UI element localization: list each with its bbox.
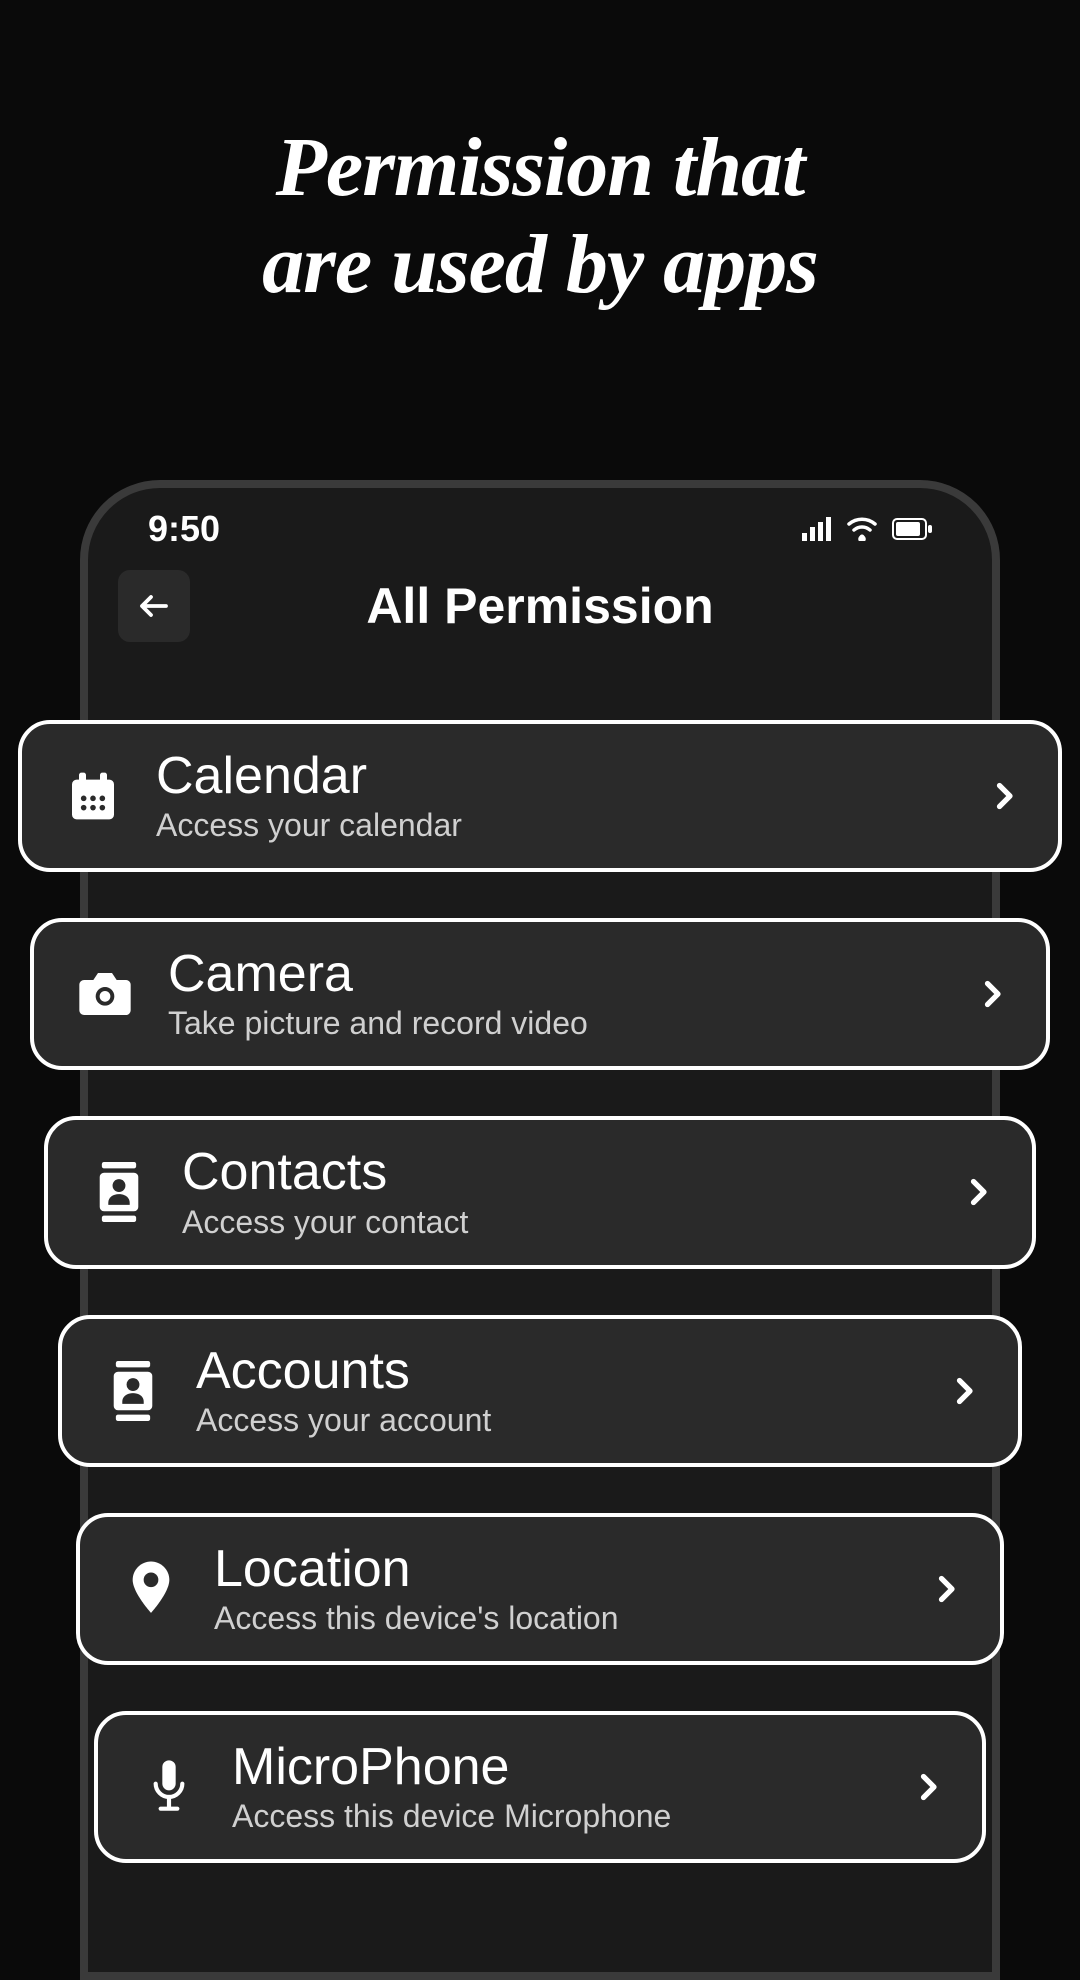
accounts-icon [98,1361,168,1421]
chevron-right-icon [928,1565,964,1613]
chevron-right-icon [946,1367,982,1415]
permission-text: Contacts Access your contact [182,1144,960,1240]
location-icon [116,1561,186,1617]
chevron-right-icon [974,970,1010,1018]
permission-subtitle: Access this device's location [214,1600,928,1637]
permission-subtitle: Access your calendar [156,807,986,844]
permission-title: Accounts [196,1343,946,1400]
heading-line-1: Permission that [0,120,1080,217]
wifi-icon [846,517,878,541]
camera-icon [70,970,140,1018]
permission-title: Camera [168,946,974,1003]
chevron-right-icon [960,1168,996,1216]
permission-item-camera[interactable]: Camera Take picture and record video [30,918,1050,1070]
permission-item-microphone[interactable]: MicroPhone Access this device Microphone [94,1711,986,1863]
permission-item-contacts[interactable]: Contacts Access your contact [44,1116,1036,1268]
header-title: All Permission [366,577,713,635]
permission-subtitle: Access your contact [182,1204,960,1241]
permission-title: Calendar [156,748,986,805]
permission-list: Calendar Access your calendar Camera Tak… [0,720,1080,1863]
battery-icon [892,518,932,540]
permission-item-location[interactable]: Location Access this device's location [76,1513,1004,1665]
app-header: All Permission [88,560,992,672]
microphone-icon [134,1759,204,1815]
permission-text: Calendar Access your calendar [156,748,986,844]
permission-subtitle: Access this device Microphone [232,1798,910,1835]
permission-text: Location Access this device's location [214,1541,928,1637]
status-bar: 9:50 [88,488,992,560]
status-time: 9:50 [148,508,220,550]
contacts-icon [84,1162,154,1222]
chevron-right-icon [910,1763,946,1811]
permission-subtitle: Access your account [196,1402,946,1439]
arrow-left-icon [136,588,172,624]
permission-text: MicroPhone Access this device Microphone [232,1739,910,1835]
back-button[interactable] [118,570,190,642]
permission-title: MicroPhone [232,1739,910,1796]
signal-icon [802,517,832,541]
permission-item-accounts[interactable]: Accounts Access your account [58,1315,1022,1467]
chevron-right-icon [986,772,1022,820]
page-heading: Permission that are used by apps [0,0,1080,393]
status-icons [802,517,932,541]
calendar-icon [58,768,128,824]
permission-item-calendar[interactable]: Calendar Access your calendar [18,720,1062,872]
permission-title: Location [214,1541,928,1598]
heading-line-2: are used by apps [0,217,1080,314]
permission-subtitle: Take picture and record video [168,1005,974,1042]
permission-text: Camera Take picture and record video [168,946,974,1042]
permission-text: Accounts Access your account [196,1343,946,1439]
permission-title: Contacts [182,1144,960,1201]
